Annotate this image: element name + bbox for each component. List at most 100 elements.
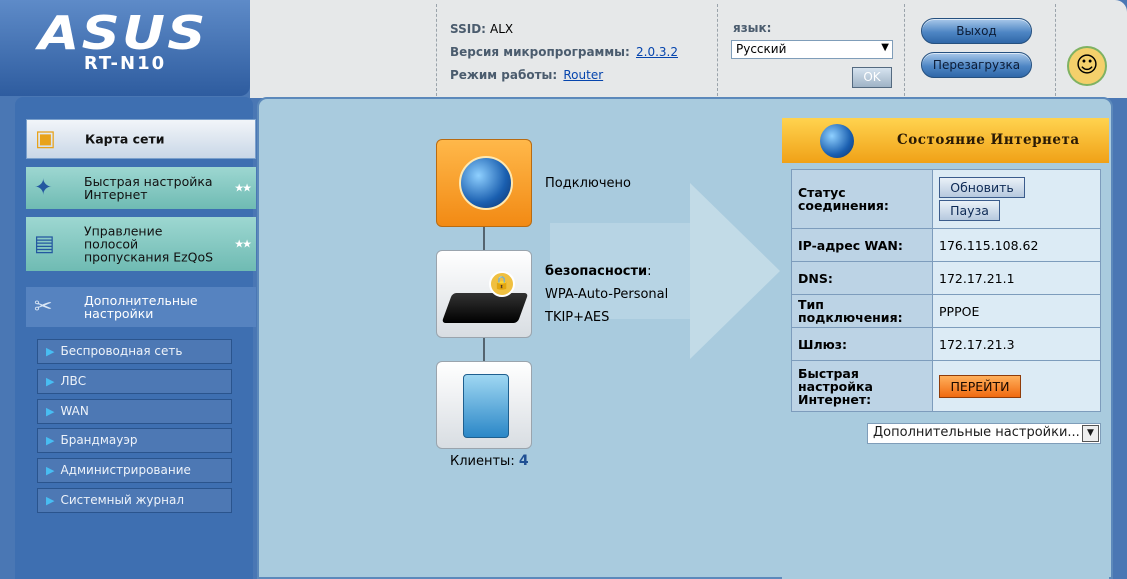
- sidebar-item-quick-setup[interactable]: ✦ Быстрая настройка Интернет ★★: [26, 167, 256, 209]
- triangle-right-icon: ▶: [46, 494, 55, 507]
- advanced-settings-select[interactable]: Дополнительные настройки... ▼: [867, 423, 1101, 444]
- language-selected: Русский: [736, 42, 787, 56]
- clients-row: Клиенты: 4: [450, 453, 529, 469]
- firmware-label: Версия микропрограммы:: [450, 45, 630, 59]
- status-panel-header: Состояние Интернета: [782, 118, 1109, 163]
- divider: [436, 4, 437, 96]
- info-panel: SSID: ALX Версия микропрограммы: 2.0.3.2 …: [250, 0, 1127, 98]
- computer-icon: [463, 374, 509, 438]
- table-row: Тип подключения: PPPOE: [791, 294, 1101, 328]
- sidebar-item-label: Управление полосой пропускания EzQoS: [84, 223, 214, 265]
- triangle-right-icon: ▶: [46, 345, 55, 358]
- logout-button[interactable]: Выход: [921, 18, 1032, 44]
- model-name: RT-N10: [83, 53, 167, 74]
- ssid-row: SSID: ALX: [450, 22, 513, 36]
- router-icon: [441, 293, 529, 323]
- connection-status-actions: Обновить Пауза: [932, 169, 1101, 229]
- language-label: язык:: [733, 21, 772, 35]
- sidebar-item-advanced[interactable]: ✂ Дополнительные настройки: [26, 287, 256, 327]
- security-colon: :: [647, 264, 652, 279]
- sidebar-item-network-map[interactable]: ▣ Карта сети: [26, 119, 256, 159]
- tools-icon: ✂: [34, 294, 53, 320]
- mode-row: Режим работы: Router: [450, 68, 603, 82]
- sidebar: ▣ Карта сети ✦ Быстрая настройка Интерне…: [15, 97, 256, 579]
- quick-setup-label: Быстрая настройка Интернет:: [791, 360, 933, 412]
- internet-status: Подключено: [545, 176, 631, 191]
- sidebar-subitem-wireless[interactable]: ▶ Беспроводная сеть: [37, 339, 232, 364]
- triangle-right-icon: ▶: [46, 375, 55, 388]
- advanced-settings-selected: Дополнительные настройки...: [873, 425, 1080, 440]
- status-panel-title: Состояние Интернета: [897, 132, 1080, 148]
- gateway-value: 172.17.21.3: [932, 327, 1101, 361]
- refresh-button[interactable]: Обновить: [939, 177, 1025, 198]
- security-label-row: безопасности:: [545, 264, 652, 279]
- triangle-right-icon: ▶: [46, 434, 55, 447]
- dropdown-arrow-icon: ▼: [881, 42, 889, 53]
- header: ASUS RT-N10 SSID: ALX Версия микропрограм…: [0, 0, 1127, 100]
- ssid-value: ALX: [489, 22, 514, 36]
- subitem-label: Беспроводная сеть: [60, 344, 183, 358]
- triangle-right-icon: ▶: [46, 405, 55, 418]
- wan-ip-label: IP-адрес WAN:: [791, 228, 933, 262]
- internet-status-panel: Состояние Интернета Статус соединения: О…: [782, 118, 1109, 579]
- globe-icon: [459, 156, 513, 210]
- table-row: Быстрая настройка Интернет: ПЕРЕЙТИ: [791, 360, 1101, 412]
- subitem-label: Администрирование: [60, 463, 191, 477]
- subitem-label: ЛВС: [60, 374, 87, 388]
- reboot-button[interactable]: Перезагрузка: [921, 52, 1032, 78]
- globe-icon: [820, 124, 854, 158]
- bandwidth-icon: ▤: [34, 231, 55, 257]
- security-mode: WPA-Auto-Personal: [545, 287, 669, 302]
- table-row: Шлюз: 172.17.21.3: [791, 327, 1101, 361]
- sidebar-item-ezqos[interactable]: ▤ Управление полосой пропускания EzQoS ★…: [26, 217, 256, 271]
- mode-label: Режим работы:: [450, 68, 558, 82]
- connection-type-label: Тип подключения:: [791, 294, 933, 328]
- language-ok-button[interactable]: OK: [852, 67, 892, 88]
- clients-node[interactable]: [436, 361, 532, 449]
- wan-ip-value: 176.115.108.62: [932, 228, 1101, 262]
- avatar-icon: ☺: [1067, 46, 1107, 86]
- table-row: IP-адрес WAN: 176.115.108.62: [791, 228, 1101, 262]
- network-map-icon: ▣: [35, 126, 56, 152]
- clients-count[interactable]: 4: [519, 453, 529, 469]
- go-button[interactable]: ПЕРЕЙТИ: [939, 374, 1021, 398]
- connector-line: [483, 338, 485, 362]
- mode-link[interactable]: Router: [563, 68, 603, 82]
- pause-button[interactable]: Пауза: [939, 200, 1000, 221]
- lock-icon: 🔒: [489, 271, 515, 297]
- connection-status-label: Статус соединения:: [791, 169, 933, 229]
- divider: [1055, 4, 1056, 96]
- sidebar-subitem-wan[interactable]: ▶ WAN: [37, 399, 232, 424]
- encryption-mode: TKIP+AES: [545, 310, 610, 325]
- status-table: Статус соединения: Обновить Пауза IP-адр…: [791, 169, 1101, 412]
- security-label: безопасности: [545, 264, 648, 279]
- arrow-decoration: [690, 183, 780, 359]
- magic-wand-icon: ✦: [34, 175, 53, 201]
- table-row: Статус соединения: Обновить Пауза: [791, 169, 1101, 229]
- dropdown-arrow-icon: ▼: [1082, 425, 1099, 442]
- clients-label: Клиенты:: [450, 454, 515, 469]
- firmware-link[interactable]: 2.0.3.2: [636, 45, 678, 59]
- stars-icon: ★★: [234, 181, 252, 195]
- dns-value: 172.17.21.1: [932, 261, 1101, 295]
- router-node[interactable]: 🔒: [436, 250, 532, 338]
- sidebar-item-label: Карта сети: [85, 131, 165, 147]
- table-row: DNS: 172.17.21.1: [791, 261, 1101, 295]
- ssid-label: SSID:: [450, 22, 486, 36]
- subitem-label: Брандмауэр: [60, 433, 138, 447]
- sidebar-subitem-administration[interactable]: ▶ Администрирование: [37, 458, 232, 483]
- triangle-right-icon: ▶: [46, 464, 55, 477]
- firmware-row: Версия микропрограммы: 2.0.3.2: [450, 45, 678, 59]
- divider: [717, 4, 718, 96]
- internet-node[interactable]: [436, 139, 532, 227]
- sidebar-subitem-system-log[interactable]: ▶ Системный журнал: [37, 488, 232, 513]
- language-select[interactable]: Русский ▼: [731, 40, 893, 59]
- dns-label: DNS:: [791, 261, 933, 295]
- sidebar-subitem-lan[interactable]: ▶ ЛВС: [37, 369, 232, 394]
- stars-icon: ★★: [234, 237, 252, 251]
- sidebar-subitem-firewall[interactable]: ▶ Брандмауэр: [37, 428, 232, 453]
- subitem-label: Системный журнал: [60, 493, 185, 507]
- connection-type-value: PPPOE: [932, 294, 1101, 328]
- gateway-label: Шлюз:: [791, 327, 933, 361]
- divider: [904, 4, 905, 96]
